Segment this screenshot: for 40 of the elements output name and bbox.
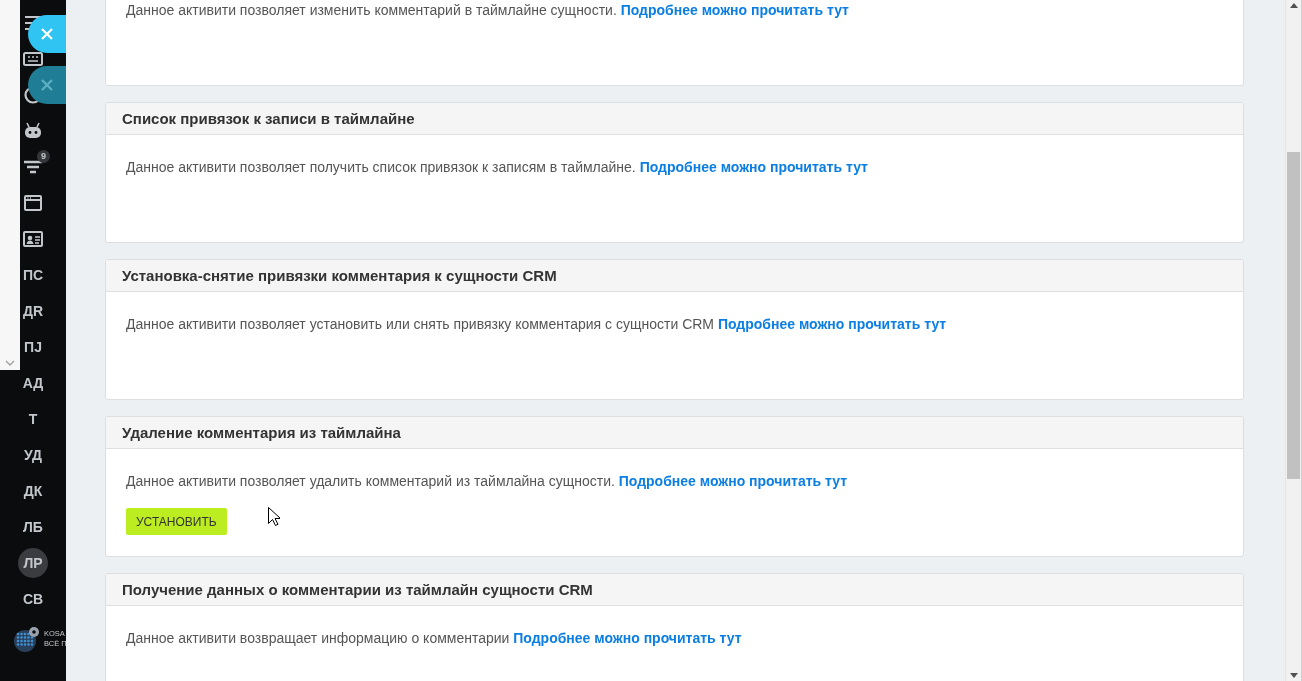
robot-icon[interactable] (23, 121, 43, 141)
scrollbar[interactable] (1285, 0, 1302, 681)
sidebar-item[interactable]: АД (18, 368, 48, 398)
card-title: Удаление комментария из таймлайна (122, 424, 401, 441)
close-button[interactable] (28, 15, 66, 53)
card-description: Данное активити позволяет установить или снять привязку комментария с сущности CRM Подробнее можно прочитать тут (126, 315, 948, 334)
sidebar-item[interactable]: Т (18, 404, 48, 434)
window-icon[interactable] (23, 193, 43, 213)
sidebar-item[interactable]: ПJ (18, 332, 48, 362)
close-button[interactable] (28, 66, 66, 104)
install-button[interactable]: УСТАНОВИТЬ (126, 508, 227, 535)
close-icon (40, 27, 54, 41)
details-link[interactable]: Подробнее можно прочитать тут (620, 2, 849, 18)
card-title: Получение данных о комментарии из таймлайн сущности CRM (122, 581, 593, 598)
card-description: Данное активити позволяет получить список привязок к записям в таймлайне. Подробнее можно прочитать тут (126, 158, 869, 177)
scroll-up-icon[interactable] (1289, 3, 1298, 8)
scroll-down-icon[interactable] (1289, 673, 1298, 678)
contact-card-icon[interactable] (23, 229, 43, 249)
scrollbar-thumb[interactable] (1287, 152, 1300, 479)
sidebar-item[interactable]: ЛР (18, 548, 48, 578)
sidebar-item[interactable]: УД (18, 440, 48, 470)
keyboard-icon[interactable] (23, 49, 43, 69)
card-description: Данное активити возвращает информацию о комментарии Подробнее можно прочитать тут (126, 629, 743, 648)
count-badge: 9 (37, 150, 50, 163)
sidebar-item[interactable]: ЛБ (18, 512, 48, 542)
close-icon (40, 78, 54, 92)
logo-icon (13, 625, 41, 653)
card-title: Установка-снятие привязки комментария к сущности CRM (122, 267, 557, 284)
details-link[interactable]: Подробнее можно прочитать тут (717, 316, 947, 332)
details-link[interactable]: Подробнее можно прочитать тут (618, 473, 848, 489)
card-title: Список привязок к записи в таймлайне (122, 110, 415, 127)
mouse-cursor-icon (268, 507, 280, 526)
sidebar-item[interactable]: ДR (18, 296, 48, 326)
card-description: Данное активити позволяет изменить комментарий в таймлайне сущности. Подробнее можно прочитать тут (126, 1, 850, 20)
details-link[interactable]: Подробнее можно прочитать тут (513, 630, 742, 646)
card-description: Данное активити позволяет удалить комментарий из таймлайна сущности. Подробнее можно прочитать тут (126, 472, 849, 491)
details-link[interactable]: Подробнее можно прочитать тут (639, 159, 868, 175)
sidebar-item[interactable]: ДК (18, 476, 48, 506)
sidebar-item[interactable]: ПС (18, 260, 48, 290)
sidebar-item[interactable]: СВ (18, 584, 48, 614)
